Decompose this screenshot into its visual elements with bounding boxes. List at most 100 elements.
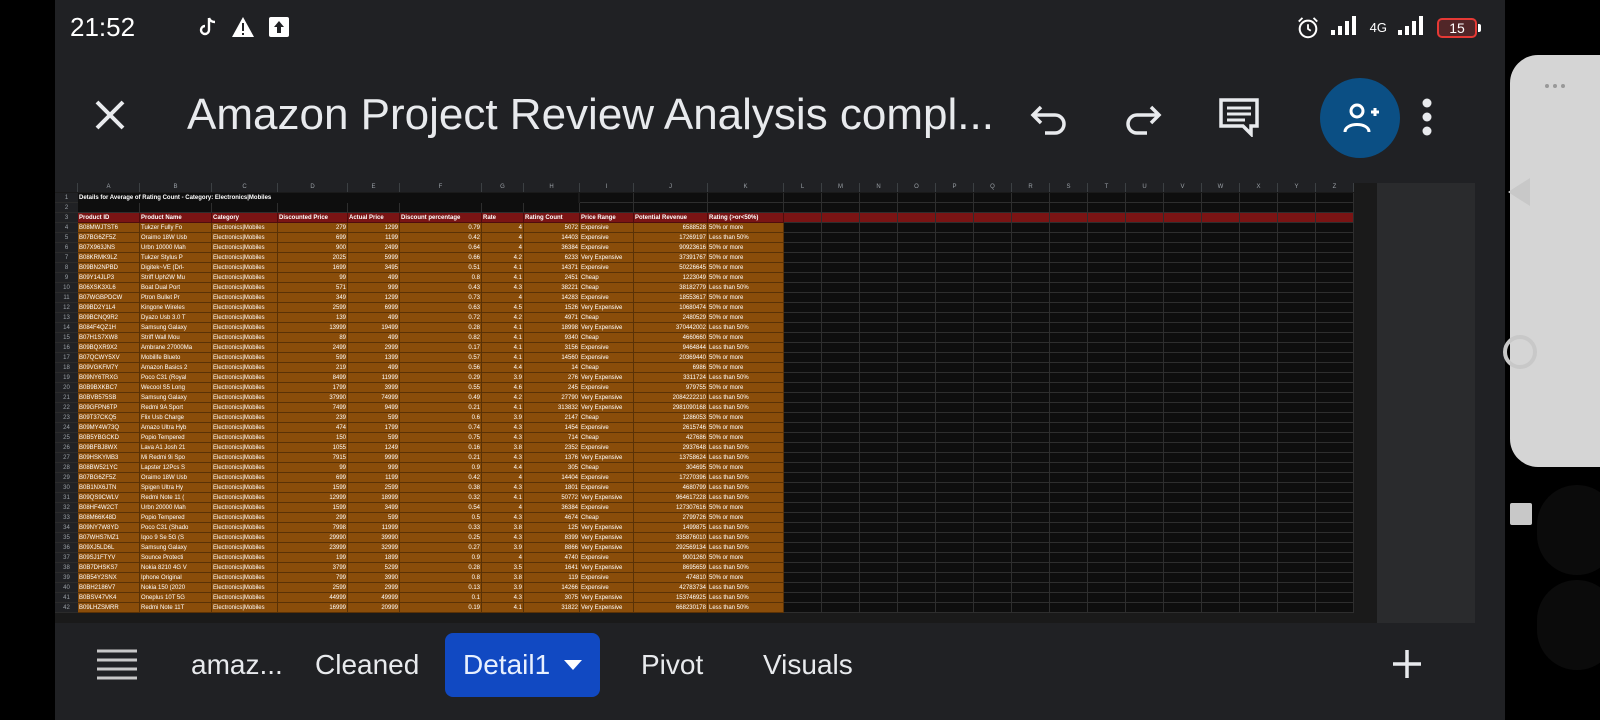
data-cell[interactable]: B08KRMK9LZ [78,253,140,263]
data-cell[interactable]: 304695 [634,463,708,473]
empty-cell[interactable] [1316,423,1354,433]
empty-cell[interactable] [822,303,860,313]
row-number[interactable]: 25 [55,433,78,443]
empty-cell[interactable] [1088,443,1126,453]
data-cell[interactable]: 13999 [278,323,348,333]
empty-cell[interactable] [1278,503,1316,513]
empty-cell[interactable] [1240,243,1278,253]
data-cell[interactable]: Cheap [580,273,634,283]
data-cell[interactable]: Expensive [580,443,634,453]
empty-cell[interactable] [1164,423,1202,433]
data-cell[interactable]: 1641 [524,563,580,573]
empty-cell[interactable] [822,243,860,253]
empty-cell[interactable] [1240,363,1278,373]
data-cell[interactable]: Electronics|Mobiles [212,463,278,473]
data-cell[interactable]: B09BN2NPBD [78,263,140,273]
empty-cell[interactable] [1088,603,1126,613]
column-header[interactable]: F [400,183,482,192]
empty-cell[interactable] [784,263,822,273]
row-number[interactable]: 42 [55,603,78,613]
data-cell[interactable]: B09NY7W8YD [78,523,140,533]
empty-cell[interactable] [1088,403,1126,413]
data-cell[interactable]: Electronics|Mobiles [212,273,278,283]
empty-cell[interactable] [1088,253,1126,263]
data-cell[interactable]: Expensive [580,383,634,393]
empty-cell[interactable] [1278,313,1316,323]
empty-cell[interactable] [348,203,400,213]
data-cell[interactable]: 335876010 [634,533,708,543]
data-cell[interactable]: Lapster 12Pcs S [140,463,212,473]
empty-cell[interactable] [860,413,898,423]
empty-cell[interactable] [1050,573,1088,583]
empty-cell[interactable] [1088,433,1126,443]
empty-cell[interactable] [822,383,860,393]
empty-cell[interactable] [898,543,936,553]
empty-cell[interactable] [1278,563,1316,573]
data-cell[interactable]: 0.51 [400,263,482,273]
empty-cell[interactable] [1126,483,1164,493]
data-cell[interactable]: 3.8 [482,523,524,533]
empty-cell[interactable] [1012,523,1050,533]
empty-cell[interactable] [898,453,936,463]
empty-cell[interactable] [784,583,822,593]
data-cell[interactable]: 0.21 [400,403,482,413]
empty-cell[interactable] [1316,233,1354,243]
data-cell[interactable]: 3999 [348,383,400,393]
data-cell[interactable]: Expensive [580,243,634,253]
empty-cell[interactable] [974,593,1012,603]
empty-cell[interactable] [936,503,974,513]
empty-cell[interactable] [1202,453,1240,463]
data-cell[interactable]: B08BW521YC [78,463,140,473]
empty-cell[interactable] [822,583,860,593]
column-header[interactable]: S [1050,183,1088,192]
row-number[interactable]: 14 [55,323,78,333]
empty-cell[interactable] [784,603,822,613]
empty-cell[interactable] [1164,293,1202,303]
empty-cell[interactable] [822,333,860,343]
empty-cell[interactable] [936,273,974,283]
empty-cell[interactable] [784,313,822,323]
data-cell[interactable]: 50% or more [708,383,784,393]
empty-cell[interactable] [1164,493,1202,503]
data-cell[interactable]: Very Expensive [580,523,634,533]
empty-cell[interactable] [1164,403,1202,413]
data-cell[interactable]: 9464844 [634,343,708,353]
row-number[interactable]: 41 [55,593,78,603]
data-cell[interactable]: Redmi Note 11 ( [140,493,212,503]
empty-cell[interactable] [822,523,860,533]
empty-cell[interactable] [936,393,974,403]
data-cell[interactable]: 31822 [524,603,580,613]
empty-cell[interactable] [974,303,1012,313]
data-cell[interactable]: 279 [278,223,348,233]
empty-cell[interactable] [860,593,898,603]
floating-bubble[interactable] [1537,485,1600,575]
data-cell[interactable]: 0.29 [400,373,482,383]
drag-handle-icon[interactable] [1545,84,1575,90]
data-cell[interactable]: Amazo Ultra Hyb [140,423,212,433]
empty-cell[interactable] [1050,223,1088,233]
more-options-button[interactable] [1400,90,1454,144]
data-cell[interactable]: Very Expensive [580,303,634,313]
empty-cell[interactable] [822,533,860,543]
empty-cell[interactable] [1202,323,1240,333]
empty-cell[interactable] [974,203,1012,213]
empty-cell[interactable] [1050,583,1088,593]
empty-cell[interactable] [140,203,212,213]
empty-cell[interactable] [1088,333,1126,343]
empty-cell[interactable] [1316,203,1354,213]
empty-cell[interactable] [860,473,898,483]
data-cell[interactable]: 4.3 [482,593,524,603]
empty-cell[interactable] [860,233,898,243]
empty-cell[interactable] [1316,253,1354,263]
data-cell[interactable]: Electronics|Mobiles [212,413,278,423]
data-cell[interactable]: 2999 [348,583,400,593]
data-cell[interactable]: 4 [482,223,524,233]
empty-cell[interactable] [860,353,898,363]
empty-cell[interactable] [860,283,898,293]
empty-cell[interactable] [1088,313,1126,323]
data-cell[interactable]: 1249 [348,443,400,453]
data-cell[interactable]: 0.64 [400,243,482,253]
data-cell[interactable]: 14404 [524,473,580,483]
empty-cell[interactable] [860,483,898,493]
data-cell[interactable]: Electronics|Mobiles [212,493,278,503]
